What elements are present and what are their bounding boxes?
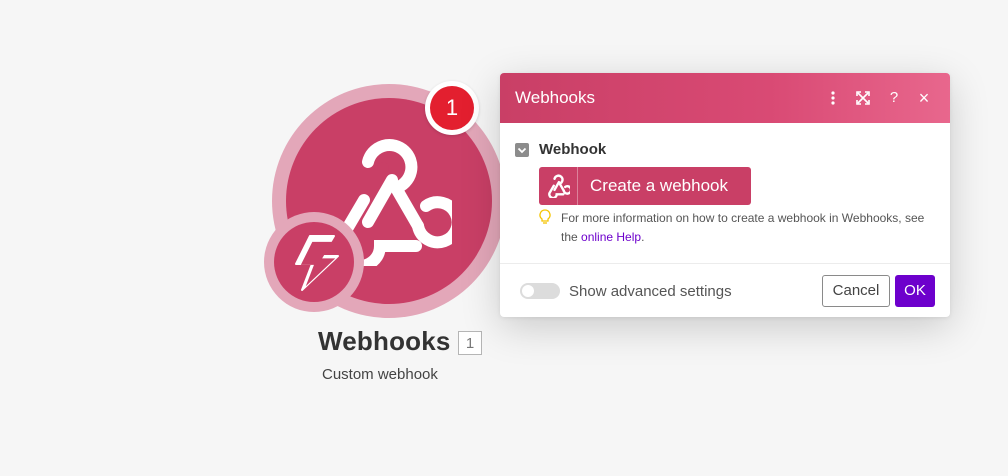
field-collapse-checkbox[interactable] — [515, 143, 529, 157]
scenario-canvas: 1 Webhooks 1 Custom webhook Webhooks ? ×… — [0, 0, 1008, 476]
operations-count-badge[interactable]: 1 — [425, 81, 479, 135]
close-icon[interactable]: × — [912, 86, 936, 110]
help-hint-text: For more information on how to create a … — [561, 211, 925, 244]
advanced-settings-toggle[interactable] — [520, 283, 560, 299]
webhook-icon — [548, 174, 570, 198]
more-vertical-icon[interactable] — [821, 86, 845, 110]
dialog-header: Webhooks ? × — [500, 73, 950, 123]
toggle-knob — [522, 285, 534, 297]
cancel-button[interactable]: Cancel — [822, 275, 890, 307]
module-id-badge: 1 — [458, 331, 482, 355]
module-settings-dialog: Webhooks ? × Webhook Create a webhook Fo… — [500, 73, 950, 317]
lightning-bolt-icon — [295, 235, 339, 291]
instant-trigger-badge[interactable] — [264, 212, 364, 312]
ok-button[interactable]: OK — [895, 275, 935, 307]
chevron-down-icon — [517, 147, 527, 154]
webhook-field-label: Webhook — [539, 141, 607, 158]
create-webhook-label: Create a webhook — [590, 176, 728, 195]
dialog-body: Webhook Create a webhook For more inform… — [500, 123, 950, 263]
dialog-title: Webhooks — [515, 88, 596, 107]
dialog-footer: Show advanced settings Cancel OK — [500, 263, 950, 317]
help-icon[interactable]: ? — [882, 86, 906, 110]
online-help-link[interactable]: online Help — [581, 230, 641, 244]
expand-icon[interactable] — [851, 86, 875, 110]
lightbulb-icon — [539, 209, 551, 224]
create-webhook-button[interactable]: Create a webhook — [539, 167, 751, 205]
module-title: Webhooks — [318, 326, 451, 356]
advanced-settings-label: Show advanced settings — [569, 283, 732, 300]
module-subtitle: Custom webhook — [322, 366, 438, 383]
